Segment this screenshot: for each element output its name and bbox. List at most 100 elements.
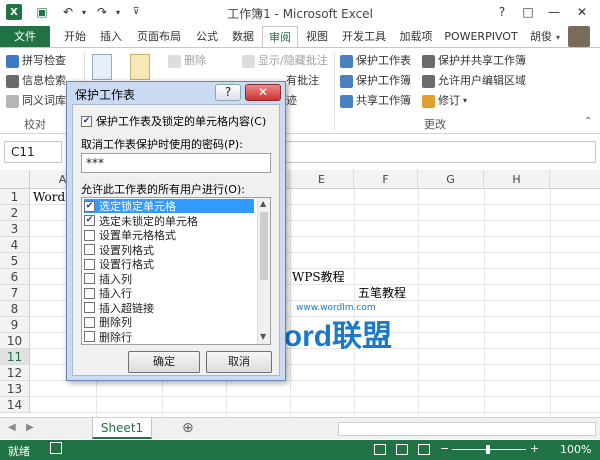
permission-checkbox[interactable]	[84, 316, 95, 328]
tab-powerpivot[interactable]: POWERPIVOT	[440, 26, 522, 47]
page-layout-view-icon[interactable]	[396, 444, 408, 455]
permission-item[interactable]: 插入列	[84, 272, 254, 286]
tab-addins[interactable]: 加载项	[394, 26, 438, 47]
translate-icon[interactable]	[92, 54, 112, 80]
scroll-thumb[interactable]	[260, 212, 268, 280]
permission-item[interactable]: 插入超链接	[84, 301, 254, 315]
permission-checkbox[interactable]	[84, 331, 95, 342]
ribbon-display-icon[interactable]: □	[514, 0, 542, 24]
page-break-view-icon[interactable]	[418, 444, 430, 455]
row-header-12[interactable]: 12	[0, 365, 30, 381]
prev-sheet-icon[interactable]: ◀	[8, 422, 16, 433]
user-name[interactable]: 胡俊	[528, 26, 554, 47]
row-header-8[interactable]: 8	[0, 301, 30, 317]
column-header-h[interactable]: H	[484, 170, 550, 189]
zoom-in-icon[interactable]: +	[530, 442, 539, 455]
protect-sheet-button[interactable]: 保护工作表	[340, 52, 411, 70]
delete-comment-button[interactable]: 删除	[168, 52, 206, 70]
protect-checkbox[interactable]: ✔	[81, 115, 92, 127]
protect-share-workbook-button[interactable]: 保护并共享工作簿	[422, 52, 526, 70]
tab-developer[interactable]: 开发工具	[336, 26, 392, 47]
permission-item[interactable]: 设置行格式	[84, 257, 254, 271]
permission-checkbox[interactable]	[84, 273, 95, 284]
row-header-1[interactable]: 1	[0, 189, 30, 205]
tab-data[interactable]: 数据	[226, 26, 260, 47]
spell-check-button[interactable]: 拼写检查	[6, 52, 66, 70]
row-header-4[interactable]: 4	[0, 237, 30, 253]
tab-view[interactable]: 视图	[300, 26, 334, 47]
show-all-comments-button[interactable]: 有批注	[286, 72, 319, 90]
permission-item[interactable]: 删除列	[84, 315, 254, 329]
close-icon[interactable]: ✕	[568, 0, 596, 24]
dialog-close-button[interactable]: ✕	[245, 84, 281, 101]
permission-item[interactable]: ✔ 选定未锁定的单元格	[84, 214, 254, 228]
permission-checkbox[interactable]	[84, 244, 95, 255]
row-header-9[interactable]: 9	[0, 317, 30, 333]
macro-record-icon[interactable]	[50, 442, 62, 454]
permission-item[interactable]: 设置列格式	[84, 243, 254, 257]
row-header-14[interactable]: 14	[0, 397, 30, 413]
permission-checkbox[interactable]	[84, 258, 95, 270]
user-dropdown-icon[interactable]: ▾	[556, 33, 560, 42]
avatar[interactable]	[568, 26, 590, 47]
row-header-6[interactable]: 6	[0, 269, 30, 285]
permission-item[interactable]: 插入行	[84, 286, 254, 300]
select-all-corner[interactable]	[0, 170, 30, 189]
permission-item[interactable]: ✔ 选定锁定单元格	[84, 199, 254, 213]
column-header-e[interactable]: E	[290, 170, 354, 189]
row-header-10[interactable]: 10	[0, 333, 30, 349]
help-icon[interactable]: ?	[488, 0, 516, 24]
row-header-13[interactable]: 13	[0, 381, 30, 397]
normal-view-icon[interactable]	[374, 444, 386, 455]
tab-page-layout[interactable]: 页面布局	[130, 26, 188, 47]
cancel-button[interactable]: 取消	[206, 351, 272, 373]
zoom-level[interactable]: 100%	[560, 443, 591, 456]
minimize-icon[interactable]: —	[540, 0, 568, 24]
column-header-f[interactable]: F	[354, 170, 418, 189]
thesaurus-button[interactable]: 同义词库	[6, 92, 66, 110]
permissions-list[interactable]: ▲ ▼ ✔ 选定锁定单元格 ✔ 选定未锁定的单元格 设置单元格格式 设置列格式 设置行格式插…	[81, 197, 271, 345]
permission-checkbox[interactable]	[84, 229, 95, 241]
add-sheet-icon[interactable]: ⊕	[182, 420, 194, 436]
tab-review[interactable]: 审阅	[262, 26, 298, 47]
row-header-11[interactable]: 11	[0, 349, 30, 365]
tab-file[interactable]: 文件	[0, 26, 50, 47]
show-hide-comment-button[interactable]: 显示/隐藏批注	[242, 52, 328, 70]
cell-e6[interactable]: WPS教程	[292, 269, 345, 285]
permission-item[interactable]: 删除行	[84, 330, 254, 344]
permission-checkbox[interactable]	[84, 302, 95, 313]
cell-f7[interactable]: 五笔教程	[358, 285, 406, 301]
tab-insert[interactable]: 插入	[94, 26, 128, 47]
tab-home[interactable]: 开始	[58, 26, 92, 47]
share-workbook-button[interactable]: 共享工作簿	[340, 92, 411, 110]
permission-item[interactable]: 设置单元格格式	[84, 228, 254, 242]
zoom-slider-thumb[interactable]	[486, 445, 490, 454]
row-header-7[interactable]: 7	[0, 285, 30, 301]
row-header-3[interactable]: 3	[0, 221, 30, 237]
scroll-down-icon[interactable]: ▼	[260, 332, 266, 341]
horizontal-scrollbar[interactable]	[338, 422, 596, 436]
tab-formulas[interactable]: 公式	[190, 26, 224, 47]
ok-button[interactable]: 确定	[128, 351, 200, 373]
scroll-up-icon[interactable]: ▲	[260, 199, 266, 208]
allow-edit-ranges-button[interactable]: 允许用户编辑区域	[422, 72, 526, 90]
research-button[interactable]: 信息检索	[6, 72, 66, 90]
dialog-help-button[interactable]: ?	[215, 84, 241, 101]
new-comment-icon[interactable]	[130, 54, 150, 80]
show-ink-button[interactable]: 迹	[286, 92, 297, 110]
name-box[interactable]: C11	[4, 141, 62, 163]
zoom-out-icon[interactable]: −	[440, 442, 449, 455]
row-header-2[interactable]: 2	[0, 205, 30, 221]
permission-checkbox[interactable]: ✔	[84, 215, 95, 226]
row-header-5[interactable]: 5	[0, 253, 30, 269]
permission-checkbox[interactable]	[84, 287, 95, 299]
track-changes-button[interactable]: 修订 ▾	[422, 92, 467, 110]
sheet-tab-sheet1[interactable]: Sheet1	[92, 418, 152, 439]
column-header-g[interactable]: G	[418, 170, 484, 189]
protect-workbook-button[interactable]: 保护工作簿	[340, 72, 411, 90]
permission-checkbox[interactable]: ✔	[84, 200, 95, 212]
password-field[interactable]: ***	[81, 153, 271, 173]
next-sheet-icon[interactable]: ▶	[26, 422, 34, 433]
collapse-ribbon-icon[interactable]: ⌃	[584, 116, 592, 127]
list-scrollbar[interactable]: ▲ ▼	[257, 198, 270, 344]
